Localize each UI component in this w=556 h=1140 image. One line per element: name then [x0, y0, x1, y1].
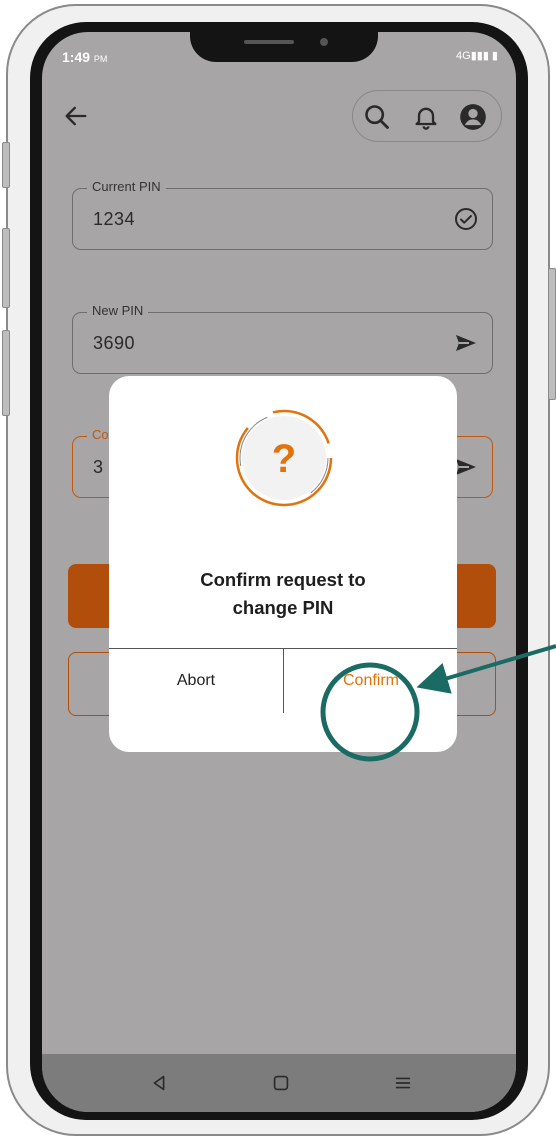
status-time: 1:49 PM [62, 49, 108, 65]
speaker-slot [244, 40, 294, 44]
header-actions [352, 90, 502, 142]
question-icon: ? [235, 409, 333, 507]
new-pin-field[interactable]: New PIN 3690 [72, 303, 493, 374]
confirm-button[interactable]: Confirm [284, 648, 457, 713]
signal-icon: 4G▮▮▮ ▮ [456, 50, 498, 62]
confirm-dialog: ? Confirm request to change PIN Abort Co… [109, 376, 457, 752]
current-pin-label: Current PIN [87, 179, 166, 194]
bell-icon[interactable] [412, 103, 440, 131]
search-icon[interactable] [363, 103, 391, 131]
nav-home-icon[interactable] [270, 1072, 292, 1094]
abort-button[interactable]: Abort [109, 648, 283, 713]
side-button [2, 330, 10, 416]
system-nav-bar [42, 1054, 516, 1112]
current-pin-value: 1234 [93, 209, 136, 229]
check-circle-icon [455, 208, 477, 230]
profile-icon[interactable] [459, 103, 487, 131]
nav-menu-icon[interactable] [392, 1072, 414, 1094]
new-pin-label: New PIN [87, 303, 149, 318]
svg-text:?: ? [272, 437, 296, 481]
notch [190, 32, 378, 62]
nav-back-icon[interactable] [148, 1072, 170, 1094]
current-pin-field[interactable]: Current PIN 1234 [72, 179, 493, 250]
send-icon[interactable] [454, 331, 478, 355]
arrow-left-icon[interactable] [62, 102, 90, 130]
confirm-pin-value: 3 [93, 457, 104, 477]
new-pin-value: 3690 [93, 333, 136, 353]
send-icon[interactable] [454, 455, 478, 479]
side-button [2, 142, 10, 188]
front-camera [320, 38, 328, 46]
side-button [548, 268, 556, 400]
side-button [2, 228, 10, 308]
dialog-message: Confirm request to change PIN [200, 569, 366, 618]
